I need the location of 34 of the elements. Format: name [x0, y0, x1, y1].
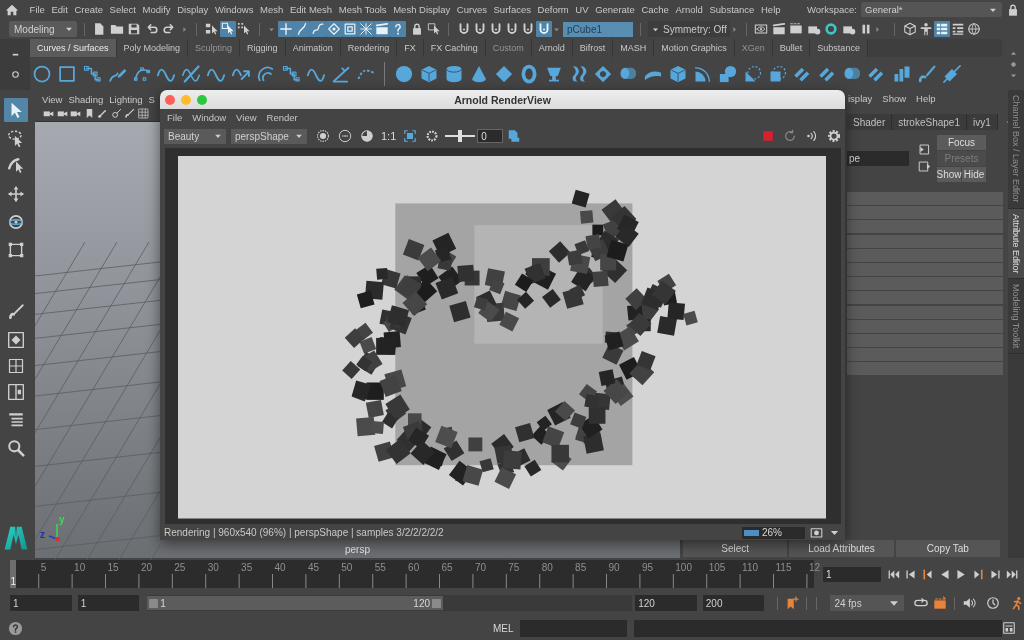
frame-number: 55 — [374, 562, 386, 573]
camera-label: persp — [345, 544, 370, 555]
axis-label: z — [40, 529, 45, 540]
frame-number: 10 — [74, 562, 86, 573]
frame-number: 60 — [408, 562, 420, 573]
frame-number: 80 — [541, 562, 553, 573]
frame-number: 35 — [241, 562, 253, 573]
render-status: Rendering | 960x540 (96%) | perspShape | samples 3/2/2/2/2/2 — [164, 527, 444, 538]
frame-number: 12 — [808, 562, 821, 573]
axis-label: y — [59, 514, 65, 525]
frame-number: 50 — [341, 562, 353, 573]
range-end-label: 120 — [413, 597, 431, 609]
window-title: Arnold RenderView — [454, 93, 551, 106]
frame-number: 20 — [140, 562, 153, 573]
frame-number: 70 — [474, 562, 487, 573]
frame-number: 115 — [775, 562, 792, 573]
frame-number: 85 — [575, 562, 587, 573]
frame-number: 110 — [742, 562, 759, 573]
frame-number: 30 — [207, 562, 219, 573]
frame-number: 100 — [675, 562, 692, 573]
frame-number: 75 — [508, 562, 520, 573]
frame-number: 40 — [274, 562, 286, 573]
frame-number: 105 — [708, 562, 726, 573]
frame-number: 95 — [641, 562, 654, 573]
range-start-label: 1 — [160, 597, 166, 609]
frame-number: 90 — [608, 562, 620, 573]
progress-reading: 26% — [762, 527, 782, 538]
frame-number: 15 — [107, 562, 119, 573]
current-frame-label: 1 — [10, 576, 17, 587]
frame-number: 5 — [40, 562, 47, 573]
frame-number: 45 — [307, 562, 320, 573]
frame-number: 65 — [441, 562, 453, 573]
frame-number: 25 — [174, 562, 186, 573]
workspace-label: Workspace: — [807, 4, 857, 15]
